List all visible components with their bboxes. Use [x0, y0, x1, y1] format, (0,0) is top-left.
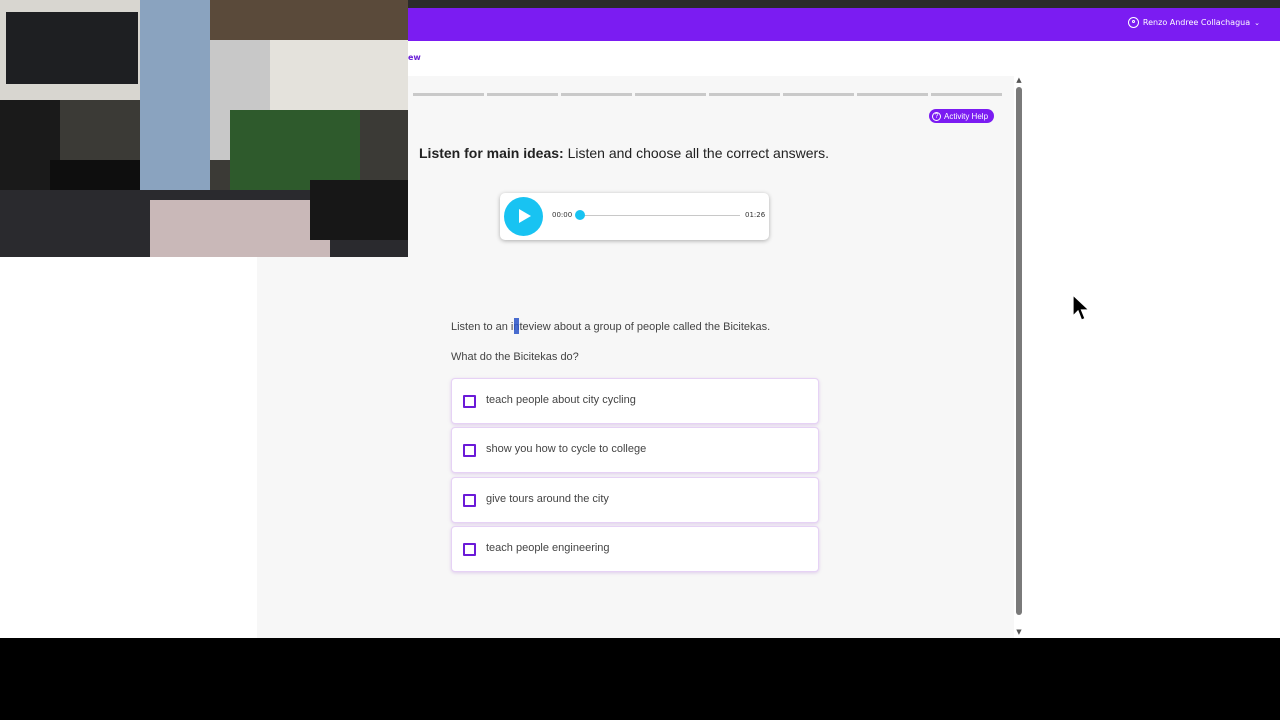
- webcam-overlay: [0, 0, 408, 257]
- bottom-black-bar: [0, 638, 1280, 720]
- audio-total-time: 01:26: [745, 211, 766, 219]
- activity-help-button[interactable]: ? Activity Help: [929, 109, 995, 123]
- play-button[interactable]: [504, 197, 543, 236]
- checkbox[interactable]: [463, 543, 476, 556]
- audio-current-time: 00:00: [552, 211, 573, 219]
- question-text: What do the Bicitekas do?: [451, 351, 579, 363]
- progress-segment: [783, 93, 854, 96]
- user-circle-icon: [1127, 17, 1139, 28]
- answer-option-label: show you how to cycle to college: [486, 443, 647, 455]
- answer-option[interactable]: show you how to cycle to college: [451, 427, 819, 473]
- instruction-text: Listen and choose all the correct answer…: [563, 145, 830, 161]
- question-context: Listen to an inteview about a group of p…: [451, 318, 771, 335]
- checkbox[interactable]: [463, 395, 476, 408]
- progress-segment: [931, 93, 1002, 96]
- progress-segment: [561, 93, 632, 96]
- chevron-down-icon: ⌄: [1254, 18, 1260, 27]
- progress-segment: [635, 93, 706, 96]
- user-menu[interactable]: Renzo Andree Collachagua ⌄: [1127, 17, 1260, 28]
- mouse-pointer-icon: [1072, 294, 1091, 321]
- answer-option-label: teach people engineering: [486, 542, 610, 554]
- question-circle-icon: ?: [932, 111, 941, 121]
- audio-seek-handle[interactable]: [575, 210, 585, 220]
- answer-option[interactable]: give tours around the city: [451, 477, 819, 523]
- scroll-up-arrow-icon[interactable]: ▲: [1015, 76, 1023, 84]
- answer-option[interactable]: teach people about city cycling: [451, 378, 819, 424]
- answer-option-label: teach people about city cycling: [486, 394, 636, 406]
- activity-instruction: Listen for main ideas: Listen and choose…: [419, 145, 829, 161]
- progress-segment: [857, 93, 928, 96]
- text-cursor: [513, 318, 519, 334]
- answer-option[interactable]: teach people engineering: [451, 526, 819, 572]
- user-name: Renzo Andree Collachagua: [1142, 18, 1251, 27]
- progress-segment: [487, 93, 558, 96]
- checkbox[interactable]: [463, 444, 476, 457]
- checkbox[interactable]: [463, 494, 476, 507]
- activity-progress-bar: [413, 93, 1002, 96]
- answer-option-label: give tours around the city: [486, 493, 609, 505]
- context-text-end: view about a group of people called the …: [528, 320, 771, 333]
- progress-segment: [709, 93, 780, 96]
- breadcrumb-link[interactable]: ew: [408, 53, 421, 62]
- instruction-heading: Listen for main ideas:: [419, 145, 564, 161]
- progress-segment: [413, 93, 484, 96]
- audio-player: 00:00 01:26: [500, 193, 769, 240]
- scroll-down-arrow-icon[interactable]: ▼: [1015, 628, 1023, 636]
- vertical-scrollbar[interactable]: ▲ ▼: [1015, 76, 1023, 636]
- activity-help-label: Activity Help: [944, 111, 989, 121]
- scrollbar-thumb[interactable]: [1016, 87, 1022, 615]
- audio-seek-track[interactable]: [580, 215, 740, 216]
